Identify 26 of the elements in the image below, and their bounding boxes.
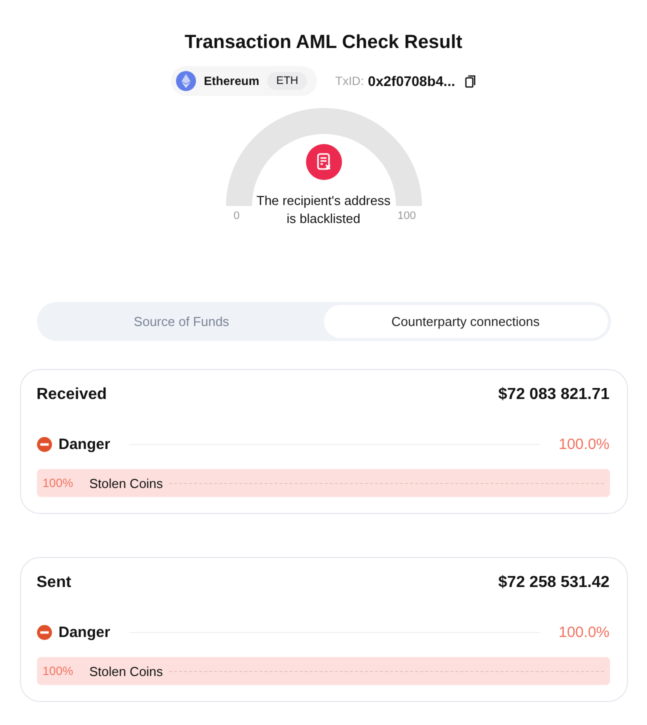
network-ticker: ETH: [267, 72, 308, 90]
page-title: Transaction AML Check Result: [184, 32, 462, 54]
amount: $72 083 821.71: [498, 386, 610, 404]
risk-percent: 100.0%: [558, 624, 610, 641]
danger-icon: [36, 437, 52, 452]
danger-icon: [36, 625, 52, 640]
txid-value: 0x2f0708b4...: [368, 73, 456, 89]
risk-label: Danger: [58, 624, 110, 641]
card-title: Received: [36, 386, 107, 404]
card-title: Sent: [36, 574, 72, 592]
risk-label: Danger: [58, 436, 110, 453]
copy-icon[interactable]: [465, 74, 476, 88]
txid-label: TxID:: [335, 74, 364, 88]
source-percent: 100%: [42, 664, 74, 678]
amount: $72 258 531.42: [498, 574, 610, 592]
source-percent: 100%: [42, 476, 74, 490]
gauge-max-label: 100: [398, 210, 416, 222]
tab[interactable]: Counterparty connections: [324, 305, 608, 338]
status-message: The recipient's address is blacklisted: [256, 192, 392, 228]
ethereum-icon: [176, 71, 196, 91]
gauge-min-label: 0: [234, 210, 240, 222]
blacklist-icon: [306, 144, 342, 180]
risk-percent: 100.0%: [558, 436, 610, 453]
source-name: Stolen Coins: [89, 664, 163, 678]
source-name: Stolen Coins: [89, 476, 163, 490]
network-name: Ethereum: [204, 74, 260, 88]
